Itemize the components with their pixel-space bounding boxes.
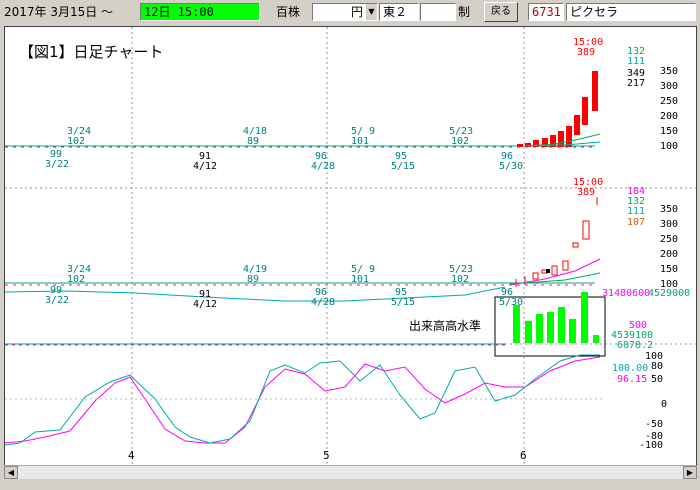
p2-scale: 300 xyxy=(660,219,678,230)
osc-value-1: 96.15 xyxy=(617,374,647,385)
p2-ann: 4/28 xyxy=(311,297,335,308)
p1-top-1: 217 xyxy=(627,78,645,89)
horizontal-scrollbar[interactable]: ◀ ▶ xyxy=(4,465,697,479)
p2-scale: 250 xyxy=(660,234,678,245)
p1-ann: 5/30 xyxy=(499,161,523,172)
blank-field[interactable] xyxy=(420,3,456,21)
p1-scale: 200 xyxy=(660,111,678,122)
chart-svg: 【図1】日足チャート 15:00 389 132 111 349 217 350… xyxy=(4,27,696,467)
p1-scale: 250 xyxy=(660,96,678,107)
osc-scale: -50 xyxy=(645,419,663,430)
p1-scale: 100 xyxy=(660,141,678,152)
osc-scale: 0 xyxy=(661,399,667,410)
scroll-right-icon[interactable]: ▶ xyxy=(683,466,697,479)
p2-ma-3: 107 xyxy=(627,217,645,228)
p2-ma-2: 111 xyxy=(627,206,645,217)
p2-scale: 150 xyxy=(660,264,678,275)
p1-scale: 150 xyxy=(660,126,678,137)
volume-v2: 4529000 xyxy=(648,288,690,299)
chart-area: 【図1】日足チャート 15:00 389 132 111 349 217 350… xyxy=(4,26,697,479)
p2-ann: 102 xyxy=(67,274,85,285)
p2-last: 389 xyxy=(577,187,595,198)
x-axis-label: 4 xyxy=(128,449,135,462)
back-button[interactable]: 戻る xyxy=(484,2,518,22)
name-field[interactable]: ピクセラ xyxy=(566,3,696,21)
volume-label: 出来高高水準 xyxy=(409,318,481,333)
p1-ann: 4/12 xyxy=(193,161,217,172)
p1-ma-1: 111 xyxy=(627,56,645,67)
p1-ann: 102 xyxy=(67,136,85,147)
osc-scale: 80 xyxy=(651,361,663,372)
p2-ann: 102 xyxy=(451,274,469,285)
x-axis-label: 5 xyxy=(323,449,330,462)
p2-scale: 200 xyxy=(660,249,678,260)
p2-ann: 3/22 xyxy=(45,295,69,306)
p1-ann: 101 xyxy=(351,136,369,147)
p2-ann: 101 xyxy=(351,274,369,285)
p1-ann: 89 xyxy=(247,136,259,147)
p1-last: 389 xyxy=(577,47,595,58)
x-axis-label: 6 xyxy=(520,449,527,462)
p2-ann: 5/15 xyxy=(391,297,415,308)
window-bottom xyxy=(0,480,700,490)
code-field[interactable]: 6731 xyxy=(528,3,564,21)
volume-v4: 6078.2 xyxy=(617,340,653,351)
p1-ann: 3/22 xyxy=(45,159,69,170)
chart-title: 【図1】日足チャート xyxy=(19,43,163,61)
mode-label: 制 xyxy=(458,5,471,19)
market-field[interactable]: 東２ xyxy=(379,3,419,21)
volume-v1: 31480600 xyxy=(602,288,650,299)
p2-ann: 4/12 xyxy=(193,299,217,310)
session-field[interactable]: 12日 15:00 xyxy=(140,3,260,21)
chevron-down-icon[interactable]: ▼ xyxy=(366,4,377,20)
p1-ann: 102 xyxy=(451,136,469,147)
p2-scale: 350 xyxy=(660,204,678,215)
unit-label: 百株 xyxy=(276,5,301,19)
p1-scale: 350 xyxy=(660,66,678,77)
date-label: 2017年 3月15日 ～ xyxy=(4,5,114,19)
osc-scale: 50 xyxy=(651,374,663,385)
p2-ann: 89 xyxy=(247,274,259,285)
p1-scale: 300 xyxy=(660,81,678,92)
osc-scale: -100 xyxy=(639,440,663,451)
osc-value-0: 100.00 xyxy=(612,363,648,374)
p1-ann: 4/28 xyxy=(311,161,335,172)
p1-ann: 5/15 xyxy=(391,161,415,172)
toolbar: 2017年 3月15日 ～ 12日 15:00 百株 円 ▼ 東２ 制 戻る 6… xyxy=(0,0,700,24)
scroll-left-icon[interactable]: ◀ xyxy=(4,466,18,479)
